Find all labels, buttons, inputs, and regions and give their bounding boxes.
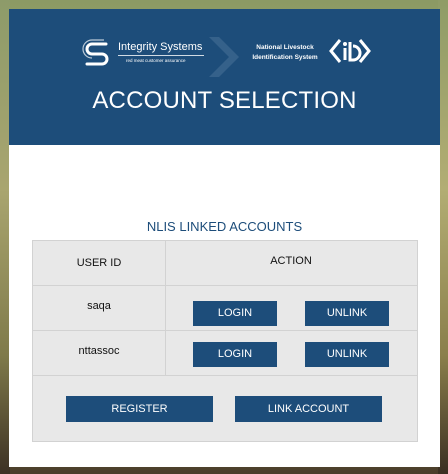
integrity-systems-icon [82,39,109,66]
account-selection-card: Integrity Systems red meat customer assu… [9,9,440,467]
column-divider [165,241,166,375]
header-banner: Integrity Systems red meat customer assu… [9,9,440,145]
nlis-logo: National Livestock Identification System [245,37,375,73]
account-user-id: nttassoc [78,345,120,357]
unlink-button-nttassoc[interactable]: UNLINK [305,342,389,367]
account-user-id: saqa [87,300,111,312]
nlis-logo-line1: National Livestock [256,44,314,51]
row-divider [33,375,417,376]
column-header-user-id: USER ID [76,257,122,269]
integrity-systems-logo: Integrity Systems red meat customer assu… [82,39,207,71]
unlink-button-saqa[interactable]: UNLINK [305,301,389,326]
linked-accounts-heading: NLIS LINKED ACCOUNTS [146,219,303,234]
row-divider [33,285,417,286]
row-divider [33,330,417,331]
login-button-nttassoc[interactable]: LOGIN [193,342,277,367]
linked-accounts-panel: USER ID ACTION saqa LOGIN UNLINK nttasso… [32,240,418,442]
register-button[interactable]: REGISTER [66,396,213,422]
login-button-saqa[interactable]: LOGIN [193,301,277,326]
column-header-action: ACTION [270,255,312,267]
integrity-systems-tagline: red meat customer assurance [126,58,186,63]
page-title: ACCOUNT SELECTION [92,87,357,114]
integrity-systems-name: Integrity Systems [118,41,203,53]
chevron-separator-icon [209,37,239,77]
nlis-id-icon [329,39,371,63]
link-account-button[interactable]: LINK ACCOUNT [235,396,382,422]
logo-divider [118,55,204,56]
nlis-logo-text: National Livestock Identification System [245,43,325,63]
nlis-logo-line2: Identification System [252,54,318,61]
